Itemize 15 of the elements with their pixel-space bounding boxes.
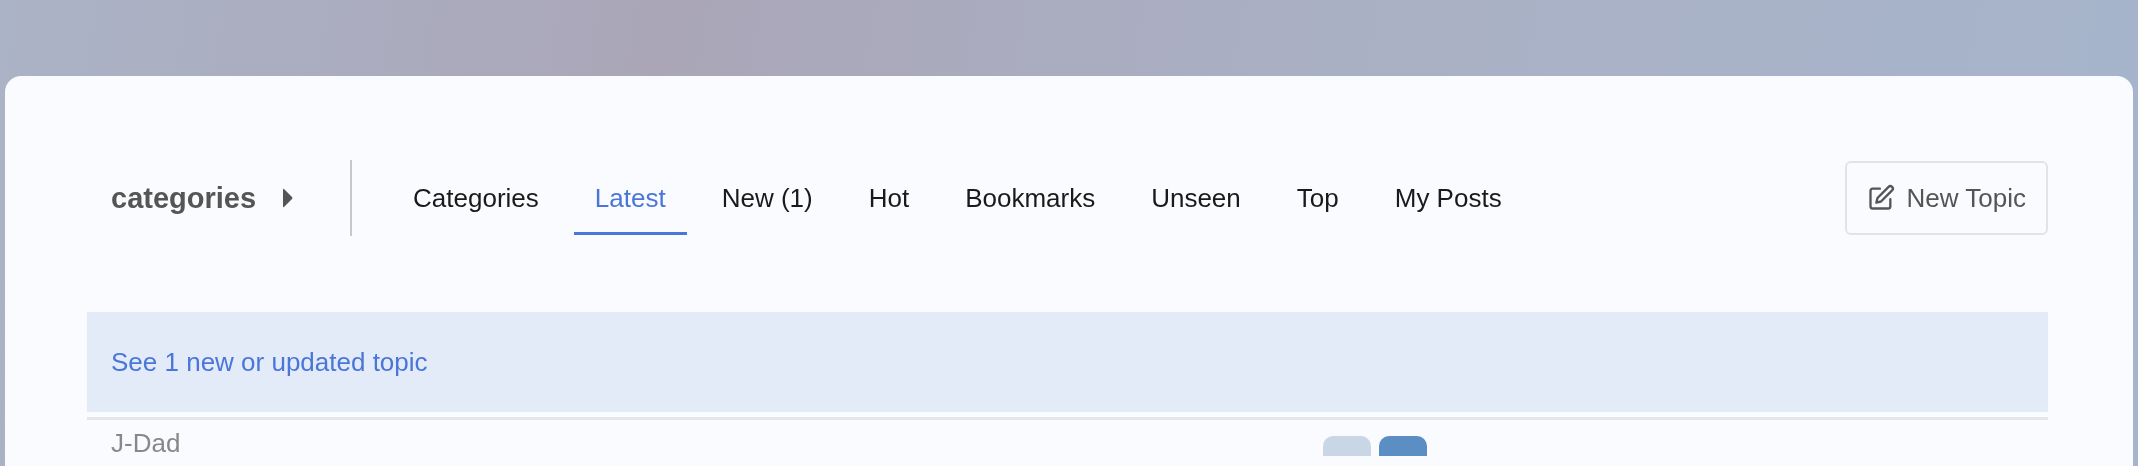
nav-tab[interactable]: Hot bbox=[847, 161, 931, 235]
nav-tab[interactable]: Latest bbox=[573, 161, 687, 235]
edit-icon bbox=[1866, 184, 1895, 212]
nav-tab[interactable]: New (1) bbox=[700, 161, 834, 235]
nav-tab[interactable]: Categories bbox=[392, 161, 560, 235]
nav-tab[interactable]: Bookmarks bbox=[944, 161, 1117, 235]
new-topics-link[interactable]: See 1 new or updated topic bbox=[111, 346, 428, 378]
category-dropdown[interactable]: categories bbox=[87, 181, 295, 215]
new-topic-button[interactable]: New Topic bbox=[1844, 161, 2048, 235]
avatar-icon bbox=[1379, 436, 1427, 456]
nav-tab[interactable]: Top bbox=[1275, 161, 1360, 235]
nav-tab[interactable]: Unseen bbox=[1130, 161, 1262, 235]
nav-tab[interactable]: My Posts bbox=[1373, 161, 1523, 235]
avatar-icon bbox=[1323, 436, 1371, 456]
caret-icon bbox=[282, 187, 295, 209]
